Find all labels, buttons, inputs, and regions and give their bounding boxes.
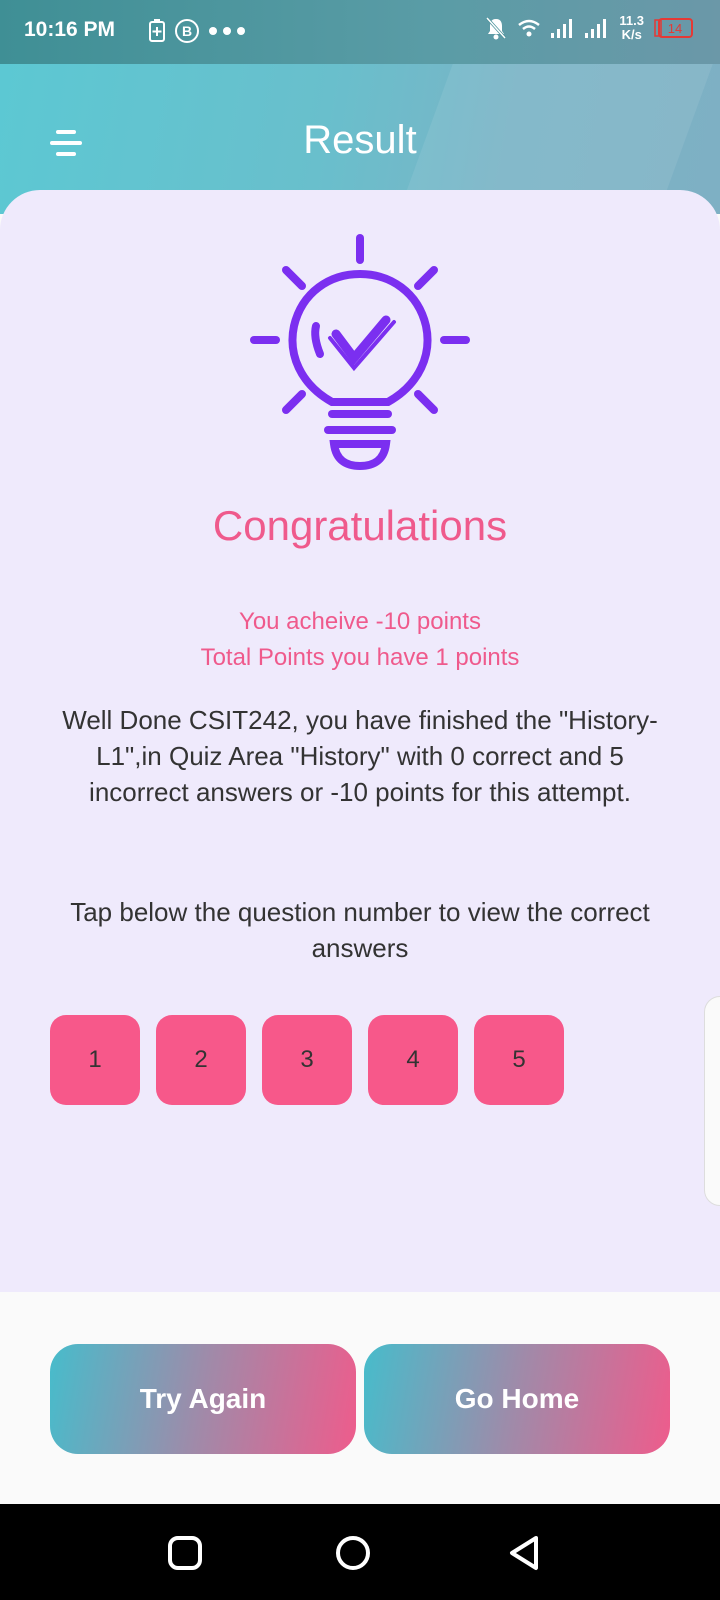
- signal-icon-2: [585, 19, 607, 38]
- status-left-icons: B: [148, 18, 246, 44]
- question-button-1[interactable]: 1: [50, 1015, 140, 1105]
- question-button-2[interactable]: 2: [156, 1015, 246, 1105]
- bottom-action-area: Try Again Go Home: [0, 1292, 720, 1504]
- page-title: Result: [303, 118, 417, 162]
- recents-square-icon[interactable]: [166, 1534, 204, 1572]
- battery-saver-icon: [149, 19, 165, 42]
- wifi-icon: [518, 19, 541, 37]
- result-summary-text: Well Done CSIT242, you have finished the…: [62, 705, 658, 807]
- status-right-icons: 11.3 K/s 14: [485, 14, 694, 42]
- battery-level: 14: [668, 21, 682, 36]
- system-nav-bar: [0, 1504, 720, 1600]
- net-speed-value: 11.3: [619, 13, 644, 28]
- more-dots-icon: [209, 27, 245, 35]
- mute-bell-icon: [486, 16, 507, 40]
- back-triangle-icon[interactable]: [506, 1534, 544, 1572]
- points-achieved-text: You acheive -10 points: [239, 608, 481, 635]
- battery-icon: 14: [654, 18, 693, 38]
- result-card: Congratulations You acheive -10 points T…: [0, 190, 720, 1292]
- net-speed: 11.3 K/s: [619, 14, 644, 42]
- total-points-text: Total Points you have 1 points: [200, 644, 520, 671]
- home-circle-icon[interactable]: [334, 1534, 372, 1572]
- b-badge-icon: B: [175, 19, 199, 43]
- question-button-4[interactable]: 4: [368, 1015, 458, 1105]
- signal-icon: [551, 19, 573, 38]
- side-panel-handle[interactable]: [704, 996, 720, 1206]
- congratulations-heading: Congratulations: [212, 502, 508, 549]
- question-button-5[interactable]: 5: [474, 1015, 564, 1105]
- net-speed-unit: K/s: [621, 27, 642, 42]
- status-bar: 10:16 PM B 11.3 K/s 14: [0, 0, 720, 64]
- go-home-button[interactable]: Go Home: [364, 1344, 670, 1454]
- question-number-list: 1 2 3 4 5: [50, 1015, 564, 1105]
- status-time: 10:16 PM: [24, 18, 116, 41]
- svg-text:B: B: [182, 23, 192, 39]
- tap-hint-text: Tap below the question number to view th…: [70, 897, 650, 963]
- question-button-3[interactable]: 3: [262, 1015, 352, 1105]
- try-again-button[interactable]: Try Again: [50, 1344, 356, 1454]
- lightbulb-check-icon: [250, 234, 470, 471]
